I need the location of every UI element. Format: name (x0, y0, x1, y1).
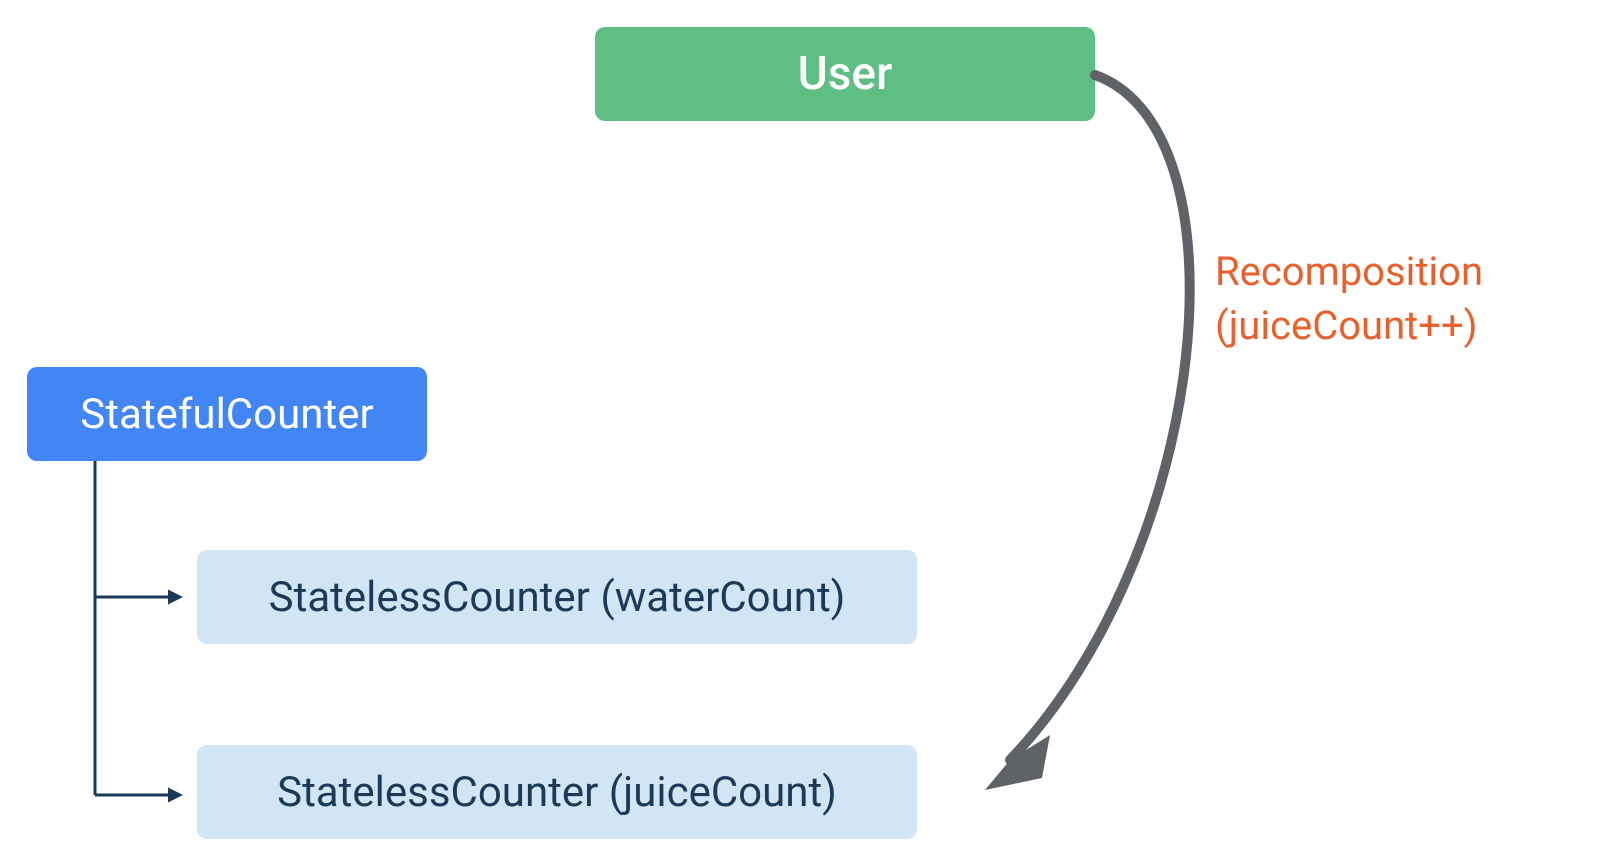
annotation-recomposition: Recomposition (juiceCount++) (1215, 245, 1483, 353)
annotation-line1: Recomposition (1215, 245, 1483, 299)
node-stateless-juice-label: StatelessCounter (juiceCount) (277, 768, 837, 817)
diagram-canvas: User StatefulCounter StatelessCounter (w… (0, 0, 1600, 867)
node-stateful-label: StatefulCounter (80, 390, 373, 439)
recomposition-arrow (985, 75, 1190, 790)
node-stateless-juice: StatelessCounter (juiceCount) (197, 745, 917, 839)
node-user-label: User (798, 47, 893, 101)
annotation-line2: (juiceCount++) (1215, 299, 1483, 353)
node-stateful-counter: StatefulCounter (27, 367, 427, 461)
node-stateless-water-label: StatelessCounter (waterCount) (269, 573, 846, 622)
tree-connector (95, 461, 180, 795)
node-user: User (595, 27, 1095, 121)
node-stateless-water: StatelessCounter (waterCount) (197, 550, 917, 644)
